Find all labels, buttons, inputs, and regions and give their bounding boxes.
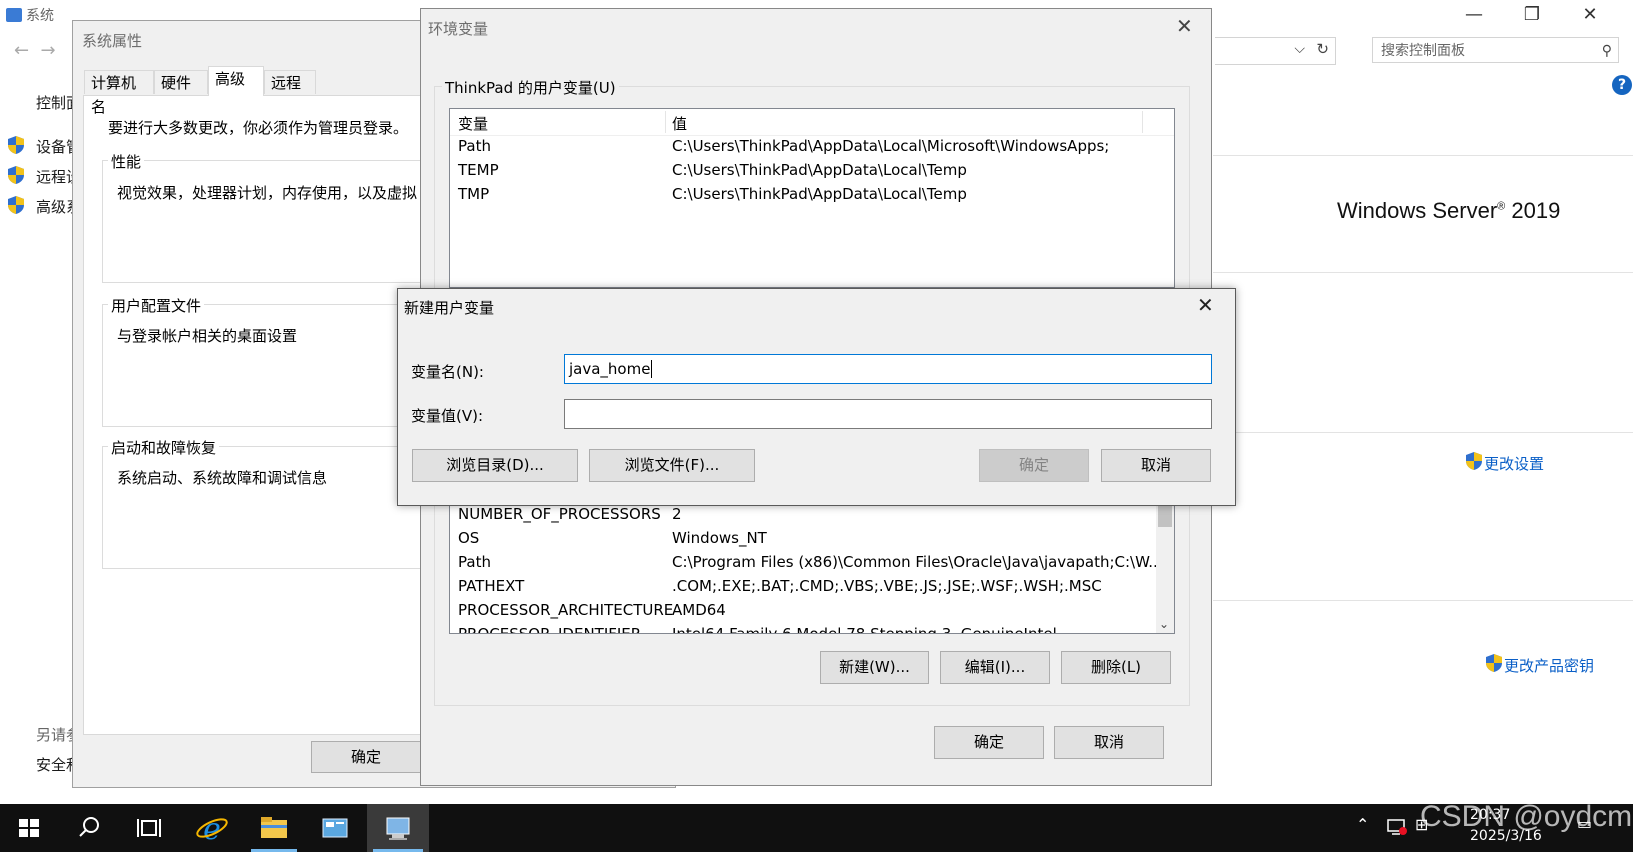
maximize-button[interactable]: ❐	[1510, 2, 1554, 28]
dialog-close-icon[interactable]: ✕	[1197, 293, 1214, 317]
startup-recovery-desc: 系统启动、系统故障和调试信息	[117, 469, 328, 487]
table-row-value[interactable]: C:\Program Files (x86)\Common Files\Orac…	[672, 553, 1158, 571]
shield-icon	[8, 196, 24, 214]
network-icon[interactable]	[1386, 818, 1408, 836]
table-row-value[interactable]: C:\Users\ThinkPad\AppData\Local\Temp	[672, 161, 967, 179]
tab-advanced[interactable]: 高级	[208, 66, 264, 96]
scroll-down-icon[interactable]: ⌄	[1159, 617, 1169, 631]
variable-value-label: 变量值(V):	[411, 407, 484, 425]
table-row-name[interactable]: NUMBER_OF_PROCESSORS	[458, 505, 661, 523]
browse-file-button[interactable]: 浏览文件(F)...	[589, 449, 755, 482]
column-header-value[interactable]: 值	[672, 113, 687, 134]
table-row-name[interactable]: TEMP	[458, 161, 499, 179]
help-icon[interactable]: ?	[1612, 75, 1632, 95]
divider	[1213, 600, 1633, 601]
system-icon	[6, 8, 22, 22]
tab-hardware[interactable]: 硬件	[154, 70, 208, 94]
edit-variable-button[interactable]: 编辑(I)...	[940, 651, 1050, 684]
variable-value-input[interactable]	[564, 399, 1212, 429]
env-close-icon[interactable]: ✕	[1176, 14, 1193, 38]
task-view-icon[interactable]	[120, 804, 178, 852]
back-forward-nav[interactable]: ← →	[14, 40, 56, 61]
scrollbar-thumb[interactable]	[1158, 505, 1172, 527]
tab-remote[interactable]: 远程	[264, 70, 316, 94]
internet-explorer-icon[interactable]: e	[183, 804, 241, 852]
variable-name-input[interactable]: java_home	[564, 354, 1212, 384]
user-profile-desc: 与登录帐户相关的桌面设置	[117, 327, 298, 345]
tab-computer-name[interactable]: 计算机名	[84, 70, 154, 116]
divider	[1213, 272, 1633, 273]
performance-label: 性能	[108, 151, 145, 172]
performance-desc: 视觉效果，处理器计划，内存使用，以及虚拟	[117, 184, 418, 202]
user-profile-label: 用户配置文件	[108, 295, 205, 316]
env-title: 环境变量	[428, 20, 489, 38]
column-divider	[1142, 111, 1143, 133]
shield-icon	[8, 166, 24, 184]
divider	[1213, 155, 1633, 156]
chevron-down-icon[interactable]: ⌵	[1294, 41, 1305, 57]
dialog-ok-button[interactable]: 确定	[979, 449, 1089, 482]
search-input[interactable]: 搜索控制面板 ⚲	[1372, 37, 1619, 63]
column-header-variable[interactable]: 变量	[458, 113, 488, 134]
column-divider	[665, 111, 666, 133]
table-row-value[interactable]: C:\Users\ThinkPad\AppData\Local\Microsof…	[672, 137, 1109, 155]
shield-icon	[8, 136, 24, 154]
close-button[interactable]: ✕	[1568, 2, 1612, 28]
search-icon[interactable]	[60, 804, 118, 852]
shield-icon	[1466, 452, 1482, 470]
windows-server-edition: Windows Server® 2019	[1337, 198, 1561, 223]
address-bar[interactable]: ⌵ ↻	[1215, 37, 1336, 65]
table-row-value[interactable]: C:\Users\ThinkPad\AppData\Local\Temp	[672, 185, 967, 203]
scrollbar[interactable]: ⌄	[1156, 491, 1174, 633]
table-row-name[interactable]: Path	[458, 553, 491, 571]
table-row-name[interactable]: PROCESSOR_IDENTIFIER	[458, 625, 641, 633]
system-properties-taskbar-icon[interactable]	[367, 804, 429, 852]
search-icon[interactable]: ⚲	[1602, 38, 1612, 64]
shield-icon	[1486, 654, 1502, 672]
new-variable-button[interactable]: 新建(W)...	[820, 651, 929, 684]
table-row-value[interactable]: Windows_NT	[672, 529, 767, 547]
svg-text:e: e	[203, 812, 221, 847]
list-header	[450, 109, 1174, 136]
change-product-key-link[interactable]: 更改产品密钥	[1504, 655, 1594, 676]
env-ok-button[interactable]: 确定	[934, 726, 1044, 759]
startup-recovery-label: 启动和故障恢复	[108, 437, 220, 458]
change-settings-link[interactable]: 更改设置	[1484, 453, 1544, 474]
cp-title: 系统	[6, 5, 54, 25]
env-cancel-button[interactable]: 取消	[1054, 726, 1164, 759]
sysprop-ok-button[interactable]: 确定	[311, 741, 421, 773]
table-row-name[interactable]: PATHEXT	[458, 577, 524, 595]
minimize-button[interactable]: —	[1452, 2, 1496, 28]
table-row-name[interactable]: OS	[458, 529, 479, 547]
table-row-value[interactable]: Intel64 Family 6 Model 78 Stepping 3, Ge…	[672, 625, 1057, 633]
table-row-name[interactable]: TMP	[458, 185, 489, 203]
dialog-title: 新建用户变量	[404, 299, 495, 317]
delete-variable-button[interactable]: 删除(L)	[1061, 651, 1171, 684]
table-row-value[interactable]: 2	[672, 505, 682, 523]
user-vars-list[interactable]: 变量 值 Path C:\Users\ThinkPad\AppData\Loca…	[449, 108, 1175, 288]
table-row-value[interactable]: .COM;.EXE;.BAT;.CMD;.VBS;.VBE;.JS;.JSE;.…	[672, 577, 1102, 595]
user-vars-label: ThinkPad 的用户变量(U)	[442, 77, 619, 98]
file-explorer-icon[interactable]	[245, 804, 303, 852]
table-row-value[interactable]: AMD64	[672, 601, 726, 619]
system-vars-rows: NUMBER_OF_PROCESSORS 2 OS Windows_NT Pat…	[458, 497, 1158, 633]
table-row-name[interactable]: PROCESSOR_ARCHITECTURE	[458, 601, 673, 619]
server-manager-icon[interactable]	[306, 804, 364, 852]
table-row-name[interactable]: Path	[458, 137, 491, 155]
variable-name-label: 变量名(N):	[411, 363, 484, 381]
system-vars-list[interactable]: NUMBER_OF_PROCESSORS 2 OS Windows_NT Pat…	[449, 490, 1175, 634]
divider	[1213, 432, 1633, 433]
sysprop-title: 系统属性	[82, 32, 143, 50]
browse-directory-button[interactable]: 浏览目录(D)...	[412, 449, 578, 482]
watermark: CSDN @oydcm	[1420, 800, 1633, 833]
chevron-up-icon[interactable]: ⌃	[1356, 815, 1369, 834]
dialog-cancel-button[interactable]: 取消	[1101, 449, 1211, 482]
start-button[interactable]	[0, 804, 58, 852]
refresh-icon[interactable]: ↻	[1316, 40, 1329, 58]
admin-note: 要进行大多数更改，你必须作为管理员登录。	[108, 119, 409, 137]
